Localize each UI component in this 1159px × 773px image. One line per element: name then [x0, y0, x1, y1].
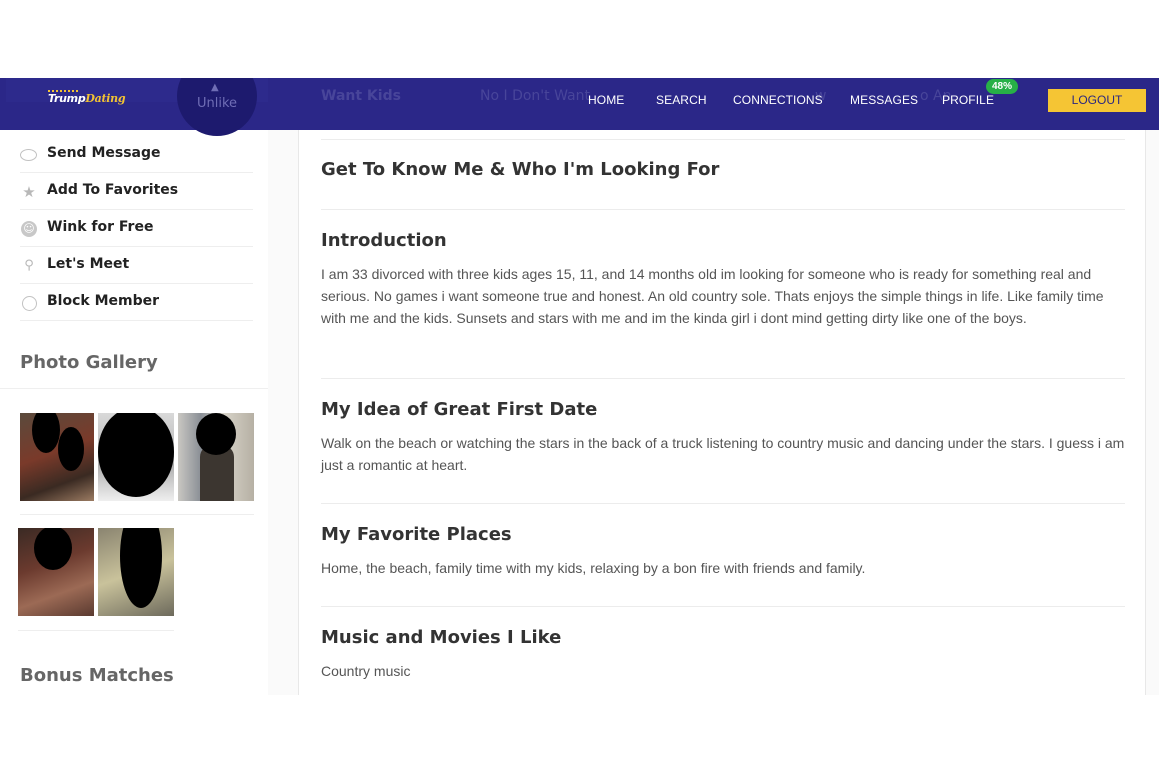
nav-home[interactable]: HOME	[588, 93, 624, 107]
logout-button[interactable]: LOGOUT	[1048, 89, 1146, 112]
redaction-blob	[120, 528, 162, 608]
section-title: Get To Know Me & Who I'm Looking For	[321, 159, 720, 180]
gallery-photo-2[interactable]	[98, 413, 174, 501]
divider	[321, 503, 1125, 504]
top-navbar: Want Kids No I Don't Want w o An ▲ Unlik…	[0, 78, 1159, 136]
profile-sidebar: Send Message ★ Add To Favorites ☺ Wink f…	[0, 130, 268, 695]
add-to-favorites-label: Add To Favorites	[47, 182, 179, 198]
gallery-photo-1[interactable]	[20, 413, 94, 501]
divider	[0, 388, 268, 389]
speech-bubble-icon	[20, 149, 37, 161]
crown-icon	[48, 90, 78, 94]
redaction-blob	[34, 528, 72, 570]
site-logo[interactable]: TrumpDating	[48, 90, 126, 112]
nav-profile[interactable]: PROFILE	[942, 93, 994, 107]
send-message-label: Send Message	[47, 145, 161, 161]
thumbs-up-icon: ▲	[211, 82, 219, 93]
favorite-places-text: Home, the beach, family time with my kid…	[321, 560, 866, 576]
lets-meet-label: Let's Meet	[47, 256, 130, 272]
divider	[20, 514, 254, 515]
add-to-favorites-action[interactable]: ★ Add To Favorites	[20, 173, 253, 210]
music-movies-text: Country music	[321, 663, 411, 679]
logo-text-dating: Dating	[85, 92, 126, 105]
block-icon	[22, 296, 37, 311]
profile-details-panel: Get To Know Me & Who I'm Looking For Int…	[298, 130, 1146, 695]
gallery-photo-4[interactable]	[18, 528, 94, 616]
nav-connections[interactable]: CONNECTIONS	[733, 93, 823, 107]
bonus-matches-title: Bonus Matches	[20, 665, 174, 686]
introduction-heading: Introduction	[321, 230, 447, 251]
redaction-blob	[32, 413, 60, 453]
gallery-photo-3[interactable]	[178, 413, 254, 501]
divider	[321, 209, 1125, 210]
first-date-heading: My Idea of Great First Date	[321, 399, 598, 420]
ghost-want-kids: Want Kids	[321, 88, 401, 104]
redaction-blob	[98, 413, 174, 497]
block-member-action[interactable]: Block Member	[20, 284, 253, 321]
first-date-text: Walk on the beach or watching the stars …	[321, 435, 1125, 473]
send-message-action[interactable]: Send Message	[20, 136, 253, 173]
divider	[321, 606, 1125, 607]
unlike-label: Unlike	[196, 96, 238, 111]
divider	[321, 378, 1125, 379]
gallery-photo-5[interactable]	[98, 528, 174, 616]
star-icon: ★	[22, 183, 36, 201]
nav-messages[interactable]: MESSAGES	[850, 93, 918, 107]
wink-action[interactable]: ☺ Wink for Free	[20, 210, 253, 247]
nav-search[interactable]: SEARCH	[656, 93, 707, 107]
block-member-label: Block Member	[47, 293, 160, 309]
divider	[18, 630, 174, 631]
profile-completion-badge: 48%	[986, 79, 1018, 94]
favorite-places-heading: My Favorite Places	[321, 524, 512, 545]
people-icon: ⚲	[24, 258, 34, 273]
music-movies-heading: Music and Movies I Like	[321, 627, 562, 648]
photo-gallery-title: Photo Gallery	[20, 352, 158, 373]
redaction-blob	[196, 413, 236, 455]
wink-face-icon: ☺	[21, 221, 37, 237]
ghost-want-kids-value: No I Don't Want	[480, 88, 590, 104]
introduction-text: I am 33 divorced with three kids ages 15…	[321, 266, 1104, 326]
lets-meet-action[interactable]: ⚲ Let's Meet	[20, 247, 253, 284]
unlike-button[interactable]: ▲ Unlike	[177, 78, 257, 136]
redaction-blob	[58, 427, 84, 471]
wink-label: Wink for Free	[47, 219, 154, 235]
divider	[321, 139, 1125, 140]
page-viewport: Send Message ★ Add To Favorites ☺ Wink f…	[0, 78, 1159, 695]
